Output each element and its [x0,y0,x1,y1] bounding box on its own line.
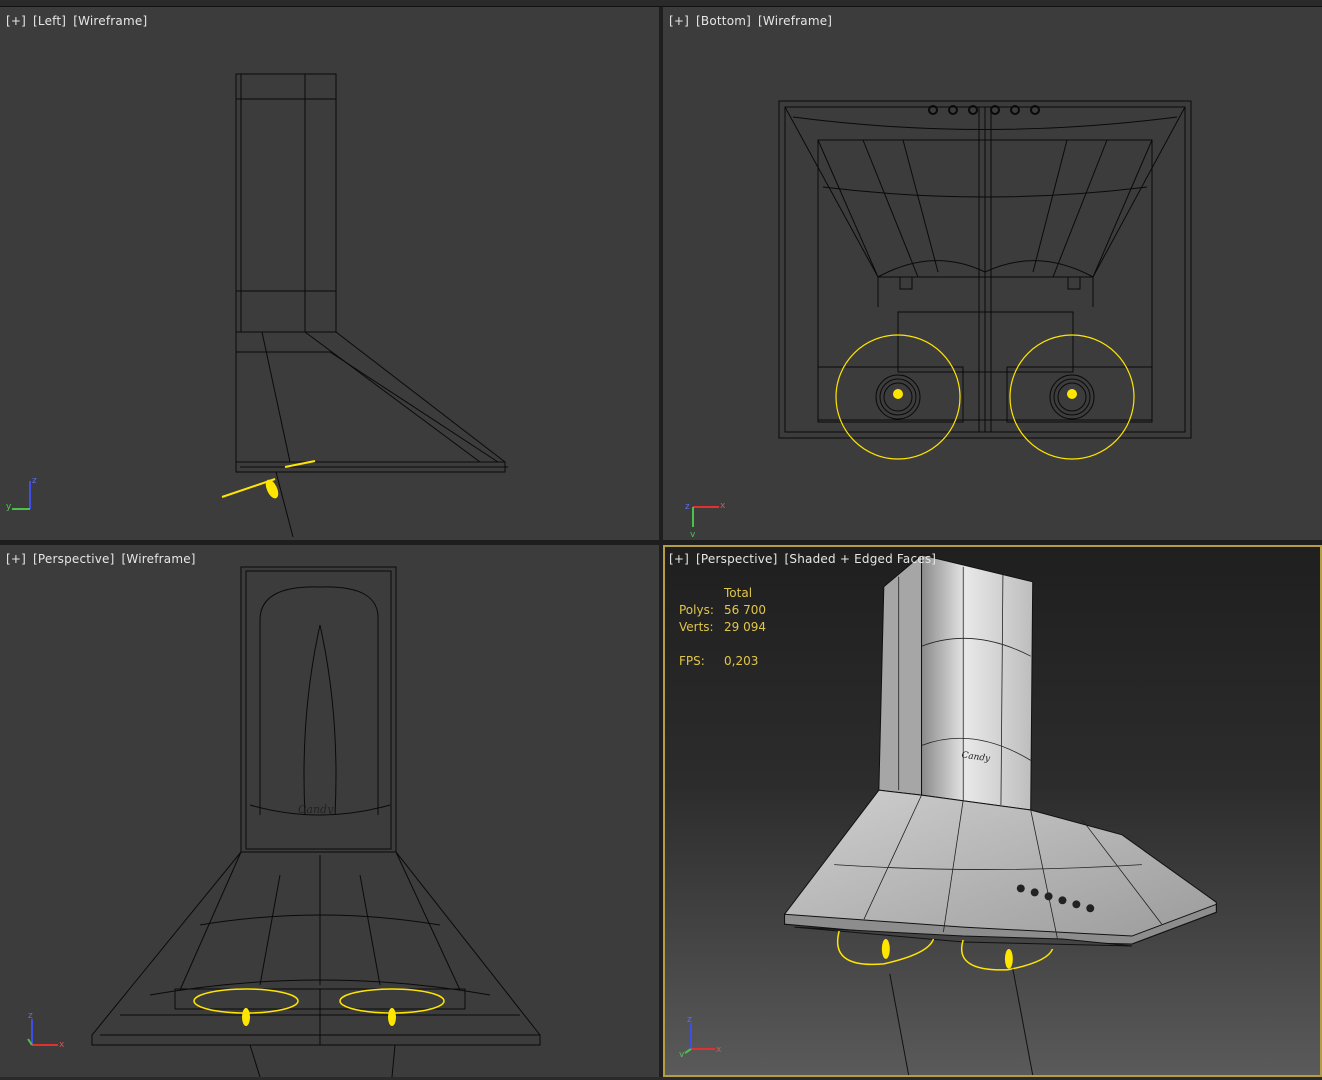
view-type-menu[interactable]: [Perspective] [696,552,777,566]
viewport-menu-button[interactable]: [+] [6,552,26,566]
viewport-left[interactable]: [+] [Left] [Wireframe] z y [0,7,659,540]
viewport-label-perspective-wireframe: [+] [Perspective] [Wireframe] [6,552,199,566]
verts-label: Verts: [679,620,714,634]
fps-value: 0,203 [724,654,759,668]
view-type-menu[interactable]: [Bottom] [696,14,751,28]
viewport-label-left: [+] [Left] [Wireframe] [6,14,150,28]
axis-x-label: x [59,1040,65,1050]
axis-y-label: y [690,530,696,537]
axis-z-label: z [685,502,690,512]
view-type-menu[interactable]: [Left] [33,14,66,28]
viewport-top-toolbar-strip [0,0,1322,7]
polys-label: Polys: [679,603,714,617]
axis-y-label: y [679,1050,685,1057]
axis-gizmo: z x [24,1009,68,1057]
viewport-perspective-wireframe[interactable]: [+] [Perspective] [Wireframe] Candy z x [0,545,659,1077]
stats-header: Total [724,586,753,600]
shading-mode-menu[interactable]: [Wireframe] [73,14,147,28]
viewport-label-perspective-shaded: [+] [Perspective] [Shaded + Edged Faces] [669,552,939,566]
axis-z-label: z [32,476,37,486]
axis-x-label: x [720,501,726,511]
viewport-perspective-shaded-active[interactable]: [+] [Perspective] [Shaded + Edged Faces]… [663,545,1322,1077]
wireframe-bottom-model [778,100,1192,460]
wireframe-left-model [221,73,508,538]
axis-z-label: z [687,1015,692,1025]
axis-gizmo: z y [6,473,46,517]
viewport-bottom[interactable]: [+] [Bottom] [Wireframe] x y z [663,7,1322,540]
shading-mode-menu[interactable]: [Wireframe] [758,14,832,28]
shading-mode-menu[interactable]: [Wireframe] [122,552,196,566]
viewport-menu-button[interactable]: [+] [669,552,689,566]
verts-value: 29 094 [724,620,766,634]
shading-mode-menu[interactable]: [Shaded + Edged Faces] [785,552,937,566]
axis-z-label: z [28,1011,33,1021]
viewport-label-bottom: [+] [Bottom] [Wireframe] [669,14,835,28]
axis-y-label: y [6,502,12,512]
wireframe-perspective-model: Candy [91,566,541,1077]
polys-value: 56 700 [724,603,766,617]
axis-x-label: x [716,1045,722,1055]
view-type-menu[interactable]: [Perspective] [33,552,114,566]
axis-gizmo: x y z [683,497,727,540]
viewport-menu-button[interactable]: [+] [669,14,689,28]
statistics-overlay: Total Polys: 56 700 Verts: 29 094 FPS: 0,20… [679,585,766,670]
axis-gizmo: z x y [679,1013,723,1061]
fps-label: FPS: [679,654,705,668]
brand-logo: Candy [298,803,334,816]
viewport-menu-button[interactable]: [+] [6,14,26,28]
